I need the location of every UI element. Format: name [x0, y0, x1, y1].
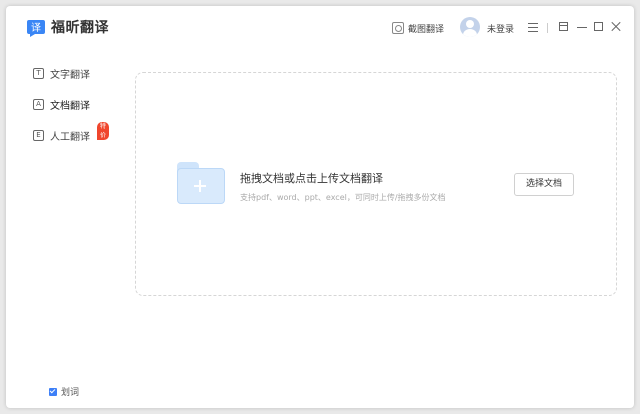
menu-icon[interactable]: [526, 20, 540, 34]
title-bar: 译 福昕翻译 截图翻译 未登录: [6, 6, 634, 50]
sidebar-item-label: 文字翻译: [50, 69, 90, 81]
word-select-checkbox[interactable]: 划词: [49, 385, 79, 398]
sidebar-item-human-translate[interactable]: E 人工翻译 特价: [33, 122, 110, 143]
human-translate-icon: E: [33, 129, 44, 141]
close-icon[interactable]: [609, 20, 623, 34]
sidebar-item-label: 人工翻译: [50, 131, 90, 143]
select-document-button[interactable]: 选择文档: [514, 173, 574, 196]
svg-text:译: 译: [31, 22, 41, 34]
login-link[interactable]: 未登录: [487, 22, 514, 35]
screenshot-translate-button[interactable]: 截图翻译: [392, 20, 444, 36]
app-logo-icon: 译: [27, 20, 45, 37]
document-icon: A: [33, 98, 44, 110]
pin-window-icon[interactable]: [557, 20, 571, 34]
avatar[interactable]: [460, 17, 480, 37]
app-title: 福昕翻译: [51, 20, 109, 36]
drop-zone-title: 拖拽文档或点击上传文档翻译: [240, 172, 383, 185]
camera-icon: [392, 22, 404, 34]
folder-add-icon[interactable]: [177, 162, 225, 204]
app-window: 译 福昕翻译 截图翻译 未登录 T 文字翻译 A 文档翻译 E 人工翻译 特价 …: [6, 6, 634, 408]
sidebar-item-text-translate[interactable]: T 文字翻译: [33, 65, 90, 81]
checkbox-checked-icon: [49, 387, 57, 396]
sale-badge: 特价: [97, 122, 110, 140]
maximize-icon[interactable]: [592, 20, 606, 34]
header-divider: [547, 23, 548, 33]
sidebar-item-label: 文档翻译: [50, 100, 90, 112]
word-select-label: 划词: [61, 388, 80, 398]
sidebar-item-document-translate[interactable]: A 文档翻译: [33, 96, 90, 112]
screenshot-translate-label: 截图翻译: [408, 24, 445, 35]
minimize-icon[interactable]: [575, 20, 589, 34]
drop-zone-subtitle: 支持pdf、word、ppt、excel，可同时上传/拖拽多份文档: [240, 193, 446, 202]
text-icon: T: [33, 67, 44, 79]
